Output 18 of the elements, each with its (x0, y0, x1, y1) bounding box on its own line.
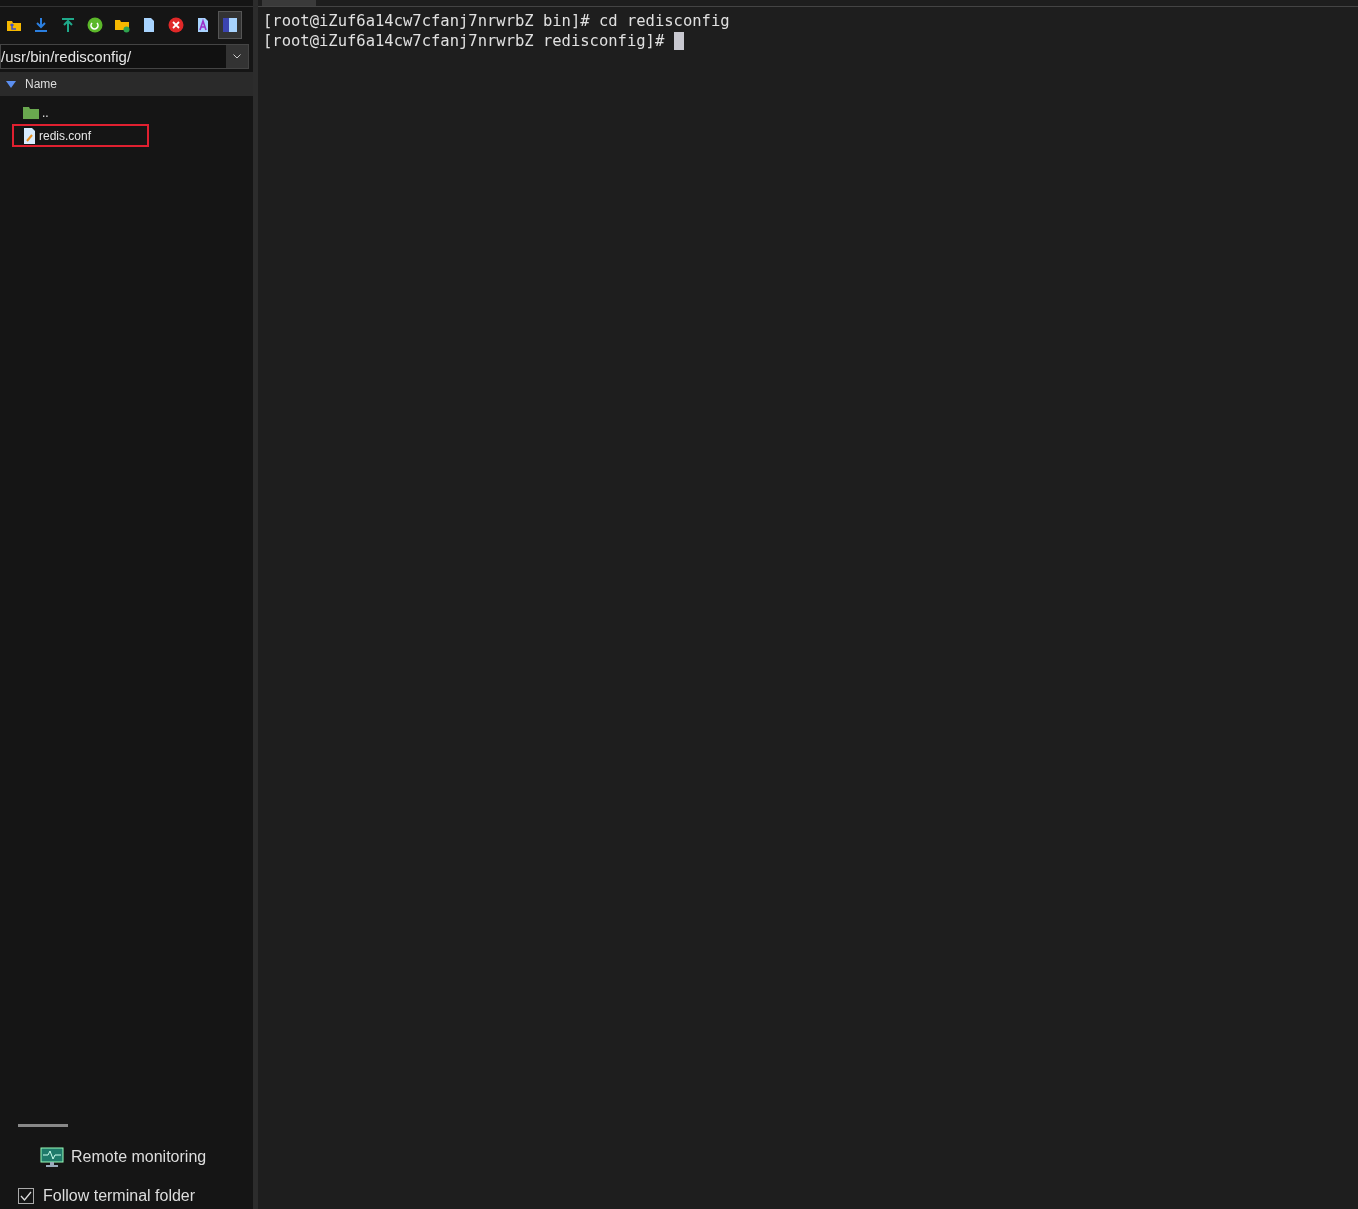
column-label: Name (25, 77, 57, 91)
file-name[interactable]: .. (42, 105, 49, 120)
folder-icon (23, 106, 39, 119)
column-header[interactable]: Name (0, 72, 253, 96)
checkbox-label: Follow terminal folder (43, 1187, 196, 1205)
remote-monitoring-link[interactable]: Remote monitoring (71, 1148, 207, 1166)
panel-icon[interactable] (218, 11, 242, 39)
terminal-line: [root@iZuf6a14cw7cfanj7nrwrbZ bin]# cd redisconfig (263, 11, 730, 31)
path-field[interactable]: /usr/bin/redisconfig/ (0, 44, 249, 69)
terminal-line: [root@iZuf6a14cw7cfanj7nrwrbZ redisconfig]# (263, 31, 666, 51)
monitor-icon (40, 1147, 64, 1167)
path-text: /usr/bin/redisconfig/ (1, 48, 133, 65)
checkbox[interactable] (18, 1188, 34, 1204)
resize-handle[interactable] (18, 1124, 68, 1127)
sort-triangle-icon (6, 80, 16, 88)
file-icon (23, 127, 36, 144)
file-name[interactable]: redis.conf (39, 128, 92, 143)
chevron-down-icon (233, 54, 241, 59)
